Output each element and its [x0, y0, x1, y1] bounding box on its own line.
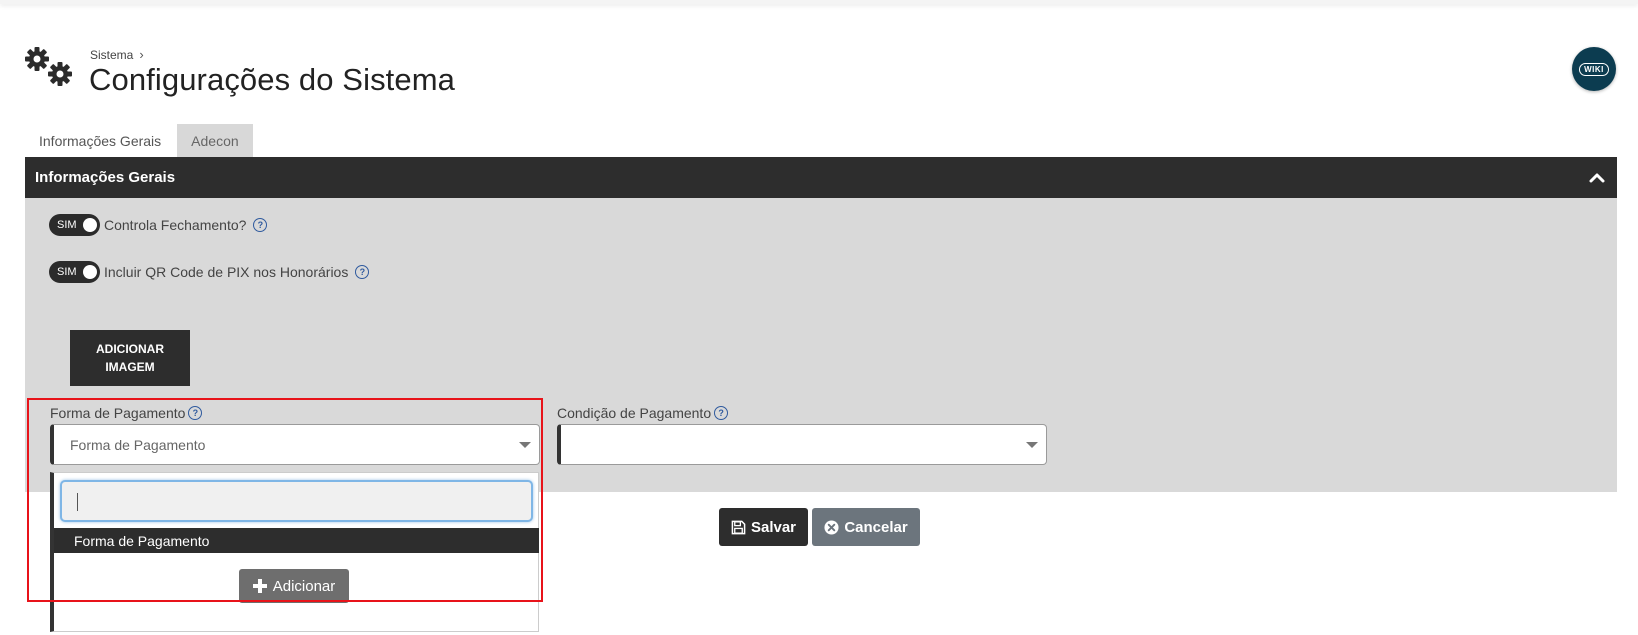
text-cursor — [77, 493, 78, 511]
condicao-pagamento-label-row: Condição de Pagamento ? — [557, 405, 729, 421]
add-image-label-line1: ADICIONAR — [96, 342, 164, 356]
wiki-button[interactable]: WIKI — [1572, 47, 1616, 91]
close-circle-icon — [824, 519, 839, 535]
caret-down-icon — [519, 442, 531, 448]
toggle-state-label: SIM — [57, 219, 77, 231]
gears-icon — [25, 47, 72, 86]
dropdown-add-button[interactable]: Adicionar — [239, 569, 349, 603]
caret-down-icon — [1026, 442, 1038, 448]
controla-fechamento-label: Controla Fechamento? — [104, 217, 247, 233]
forma-pagamento-label: Forma de Pagamento — [50, 405, 186, 421]
controla-fechamento-toggle[interactable]: SIM — [49, 214, 100, 236]
add-button-label: Adicionar — [272, 577, 336, 595]
toggle-knob — [83, 218, 97, 232]
dropdown-search-input[interactable] — [60, 480, 533, 522]
help-icon[interactable]: ? — [355, 265, 370, 279]
add-image-button[interactable]: ADICIONAR IMAGEM — [70, 330, 190, 386]
tab-informacoes-gerais[interactable]: Informações Gerais — [25, 124, 175, 157]
forma-pagamento-select[interactable]: Forma de Pagamento — [50, 424, 540, 465]
wiki-label: WIKI — [1579, 62, 1609, 76]
save-button-label: Salvar — [750, 518, 797, 536]
help-icon[interactable]: ? — [714, 406, 729, 420]
top-bar — [0, 0, 1638, 4]
condicao-pagamento-select[interactable] — [557, 424, 1047, 465]
cancel-button[interactable]: Cancelar — [812, 508, 920, 546]
save-button[interactable]: Salvar — [719, 508, 808, 546]
toggle-row-controla-fechamento: SIM Controla Fechamento? ? — [49, 214, 268, 236]
help-icon[interactable]: ? — [188, 406, 203, 420]
qr-code-pix-toggle[interactable]: SIM — [49, 261, 100, 283]
panel-title: Informações Gerais — [35, 169, 176, 186]
qr-code-pix-label: Incluir QR Code de PIX nos Honorários — [104, 264, 349, 280]
panel-header[interactable]: Informações Gerais — [25, 157, 1617, 198]
toggle-row-qr-code-pix: SIM Incluir QR Code de PIX nos Honorário… — [49, 261, 370, 283]
condicao-pagamento-label: Condição de Pagamento — [557, 405, 712, 421]
add-image-label-line2: IMAGEM — [105, 360, 155, 374]
tab-adecon[interactable]: Adecon — [177, 124, 253, 157]
forma-pagamento-label-row: Forma de Pagamento ? — [50, 405, 203, 421]
breadcrumb-item-sistema[interactable]: Sistema — [90, 48, 133, 62]
dropdown-option[interactable]: Forma de Pagamento — [54, 528, 539, 553]
toggle-knob — [83, 265, 97, 279]
breadcrumb-separator: › — [139, 47, 144, 62]
tab-bar: Informações Gerais Adecon — [25, 124, 253, 157]
forma-pagamento-value: Forma de Pagamento — [70, 436, 206, 453]
page-title: Configurações do Sistema — [89, 62, 455, 97]
toggle-state-label: SIM — [57, 266, 77, 278]
breadcrumb: Sistema › — [90, 47, 144, 62]
help-icon[interactable]: ? — [253, 218, 268, 232]
cancel-button-label: Cancelar — [844, 518, 908, 536]
chevron-up-icon[interactable] — [1587, 168, 1607, 188]
plus-icon — [252, 579, 267, 593]
floppy-disk-icon — [731, 520, 746, 534]
forma-pagamento-dropdown: Forma de Pagamento Adicionar — [50, 472, 539, 632]
